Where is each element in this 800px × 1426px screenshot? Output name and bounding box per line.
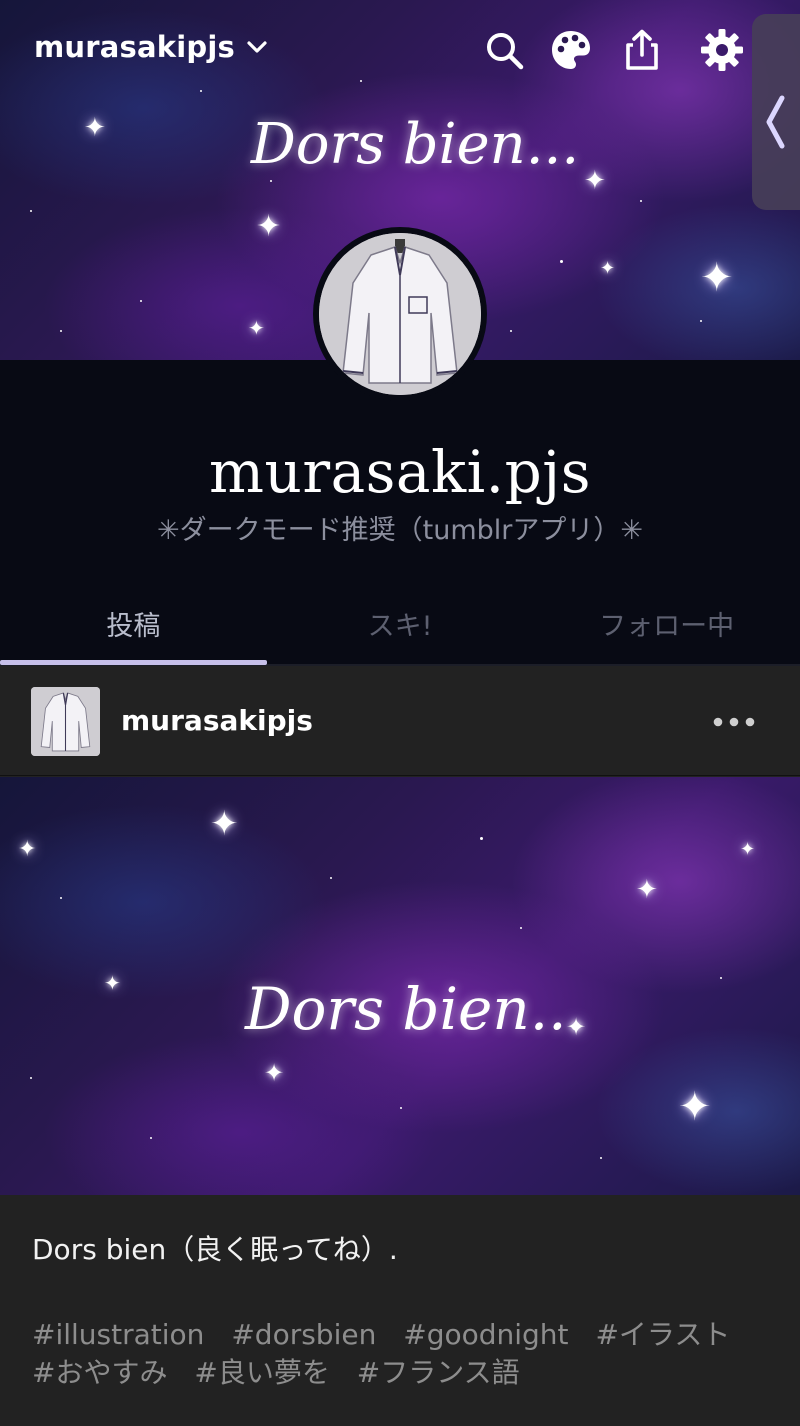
post-caption: Dors bien（良く眠ってね）. bbox=[32, 1233, 398, 1266]
tag-link[interactable]: #フランス語 bbox=[357, 1354, 520, 1392]
blog-switcher-label: murasakipjs bbox=[34, 30, 235, 64]
chevron-down-icon bbox=[247, 41, 267, 53]
post-author-avatar[interactable] bbox=[31, 687, 100, 756]
chevron-left-icon bbox=[766, 95, 785, 149]
pajama-shirt-avatar-icon bbox=[31, 687, 100, 756]
tag-link[interactable]: #イラスト bbox=[595, 1316, 730, 1354]
top-bar: murasakipjs bbox=[0, 0, 800, 100]
tab-likes[interactable]: スキ! bbox=[267, 590, 534, 666]
pajama-shirt-avatar-icon bbox=[319, 233, 481, 395]
search-icon[interactable] bbox=[482, 28, 526, 72]
gear-icon[interactable] bbox=[700, 28, 744, 72]
side-drawer-tab[interactable] bbox=[752, 14, 800, 210]
tab-posts[interactable]: 投稿 bbox=[0, 590, 267, 666]
blog-title: murasaki.pjs bbox=[208, 438, 591, 506]
blog-avatar[interactable] bbox=[313, 227, 487, 401]
post-header: murasakipjs bbox=[0, 666, 800, 776]
blog-description: ✳︎ダークモード推奨（tumblrアプリ）✳︎ bbox=[157, 515, 643, 546]
banner-title: Dors bien... bbox=[250, 112, 580, 177]
tag-link[interactable]: #おやすみ bbox=[32, 1354, 167, 1392]
tag-link[interactable]: #良い夢を bbox=[194, 1354, 329, 1392]
post-card: murasakipjs ✦ ✦ ✦ ✦ ✦ ✦ ✦ ✦ Dors bien...… bbox=[0, 666, 800, 1426]
active-tab-indicator bbox=[0, 660, 267, 665]
post-image-title: Dors bien... bbox=[244, 975, 585, 1043]
share-icon[interactable] bbox=[620, 28, 664, 72]
more-options-icon[interactable] bbox=[712, 710, 756, 734]
tab-following[interactable]: フォロー中 bbox=[533, 590, 800, 666]
blog-switcher[interactable]: murasakipjs bbox=[34, 30, 269, 64]
palette-icon[interactable] bbox=[549, 28, 593, 72]
tag-link[interactable]: #illustration bbox=[32, 1316, 204, 1354]
tag-link[interactable]: #dorsbien bbox=[231, 1316, 376, 1354]
post-tags: #illustration #dorsbien #goodnight #イラスト… bbox=[32, 1316, 772, 1392]
profile-tabs: 投稿 スキ! フォロー中 bbox=[0, 590, 800, 666]
tag-link[interactable]: #goodnight bbox=[403, 1316, 568, 1354]
post-author-name[interactable]: murasakipjs bbox=[121, 704, 313, 737]
post-image[interactable]: ✦ ✦ ✦ ✦ ✦ ✦ ✦ ✦ Dors bien... bbox=[0, 777, 800, 1195]
